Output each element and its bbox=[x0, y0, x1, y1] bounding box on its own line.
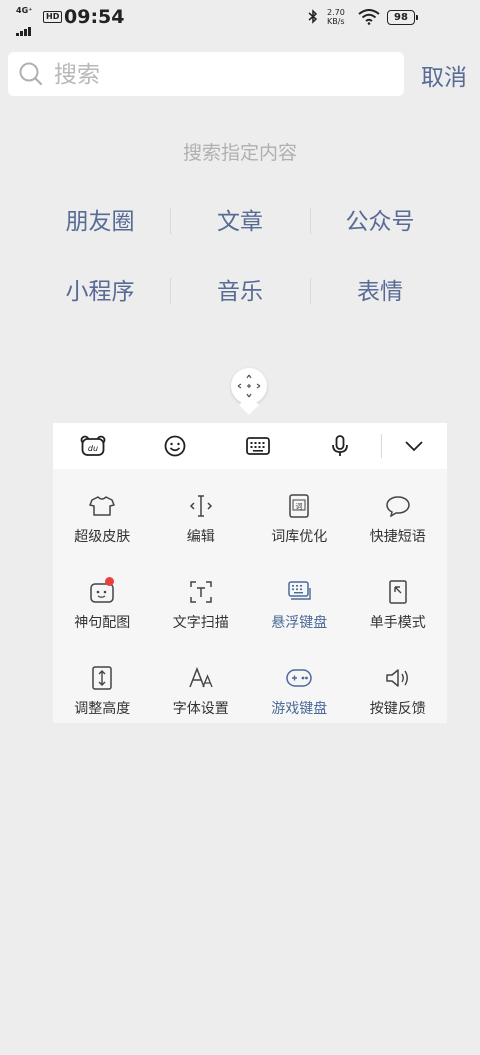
one-hand-mode-button[interactable]: 单手模式 bbox=[349, 579, 448, 665]
category-articles[interactable]: 文章 bbox=[170, 202, 310, 236]
grid-label: 快捷短语 bbox=[369, 529, 426, 545]
one-hand-icon bbox=[383, 579, 413, 605]
wifi-icon bbox=[358, 9, 380, 29]
edit-button[interactable]: 编辑 bbox=[152, 493, 251, 579]
quick-phrase-button[interactable]: 快捷短语 bbox=[349, 493, 448, 579]
speech-bubble-icon bbox=[383, 493, 413, 519]
microphone-icon[interactable] bbox=[315, 423, 365, 469]
grid-label: 编辑 bbox=[186, 529, 215, 545]
emoji-icon[interactable] bbox=[150, 423, 200, 469]
bear-logo-icon[interactable]: du bbox=[68, 423, 118, 469]
key-feedback-button[interactable]: 按键反馈 bbox=[349, 665, 448, 723]
category-grid: 朋友圈 文章 公众号 小程序 音乐 表情 bbox=[30, 196, 450, 336]
search-hint: 搜索指定内容 bbox=[182, 142, 297, 164]
dictionary-optimize-button[interactable]: 词 词库优化 bbox=[250, 493, 349, 579]
floating-keyboard-button[interactable]: 悬浮键盘 bbox=[250, 579, 349, 665]
grid-label: 字体设置 bbox=[172, 701, 229, 717]
network-type: 4G⁺ bbox=[16, 6, 33, 15]
category-moments[interactable]: 朋友圈 bbox=[30, 202, 170, 236]
keyboard-drag-handle[interactable] bbox=[231, 368, 267, 404]
photo-caption-button[interactable]: 神句配图 bbox=[53, 577, 152, 665]
search-input[interactable] bbox=[52, 52, 396, 98]
grid-label: 悬浮键盘 bbox=[271, 615, 328, 631]
grid-label: 单手模式 bbox=[369, 615, 426, 631]
font-icon bbox=[186, 665, 216, 691]
speed-value: 2.70 bbox=[327, 8, 345, 17]
network-speed: 2.70 KB/s bbox=[327, 8, 345, 26]
svg-text:词: 词 bbox=[296, 503, 303, 511]
notification-dot bbox=[105, 577, 114, 586]
grid-label: 词库优化 bbox=[271, 529, 328, 545]
adjust-height-button[interactable]: 调整高度 bbox=[53, 665, 152, 723]
dictionary-icon: 词 bbox=[284, 493, 314, 519]
category-mini-programs[interactable]: 小程序 bbox=[30, 272, 170, 306]
clock: 09:54 bbox=[64, 6, 125, 28]
speaker-icon bbox=[383, 665, 413, 691]
font-settings-button[interactable]: 字体设置 bbox=[152, 665, 251, 723]
move-arrows-icon bbox=[237, 374, 261, 398]
grid-label: 调整高度 bbox=[74, 701, 131, 717]
text-cursor-icon bbox=[186, 493, 216, 519]
bluetooth-icon bbox=[308, 9, 318, 28]
gamepad-icon bbox=[284, 665, 314, 691]
keyboard-toolbar: du bbox=[53, 423, 447, 469]
category-official-accounts[interactable]: 公众号 bbox=[310, 202, 450, 236]
grid-label: 按键反馈 bbox=[369, 701, 426, 717]
super-skin-button[interactable]: 超级皮肤 bbox=[53, 493, 152, 579]
svg-text:du: du bbox=[88, 444, 98, 453]
cancel-button[interactable]: 取消 bbox=[421, 58, 467, 92]
keyboard-icon[interactable] bbox=[233, 423, 283, 469]
keyboard-panel: du 超级皮肤 编辑 词 词库优化 快捷短语 神句配图 文字扫描 悬浮键盘 单手… bbox=[53, 423, 447, 723]
text-scan-button[interactable]: 文字扫描 bbox=[152, 579, 251, 665]
game-keyboard-button[interactable]: 游戏键盘 bbox=[250, 665, 349, 723]
hd-badge: HD bbox=[43, 11, 63, 23]
grid-label: 游戏键盘 bbox=[271, 701, 328, 717]
battery-indicator: 98 bbox=[387, 10, 418, 25]
category-stickers[interactable]: 表情 bbox=[310, 272, 450, 306]
grid-label: 文字扫描 bbox=[172, 615, 229, 631]
speed-unit: KB/s bbox=[327, 17, 345, 26]
grid-label: 神句配图 bbox=[74, 615, 131, 631]
signal-icon: 4G⁺ bbox=[16, 6, 38, 36]
keyboard-function-grid: 超级皮肤 编辑 词 词库优化 快捷短语 神句配图 文字扫描 悬浮键盘 单手模式 … bbox=[53, 493, 447, 723]
text-scan-icon bbox=[186, 579, 216, 605]
search-icon bbox=[18, 61, 44, 91]
grid-label: 超级皮肤 bbox=[74, 529, 131, 545]
status-bar: 4G⁺ HD 09:54 2.70 KB/s 98 bbox=[0, 0, 480, 36]
adjust-height-icon bbox=[87, 665, 117, 691]
chevron-down-icon[interactable] bbox=[389, 423, 439, 469]
toolbar-divider bbox=[381, 434, 382, 458]
floating-keyboard-icon bbox=[284, 579, 314, 605]
category-music[interactable]: 音乐 bbox=[170, 272, 310, 306]
search-bar[interactable] bbox=[8, 52, 404, 98]
tshirt-icon bbox=[87, 493, 117, 519]
